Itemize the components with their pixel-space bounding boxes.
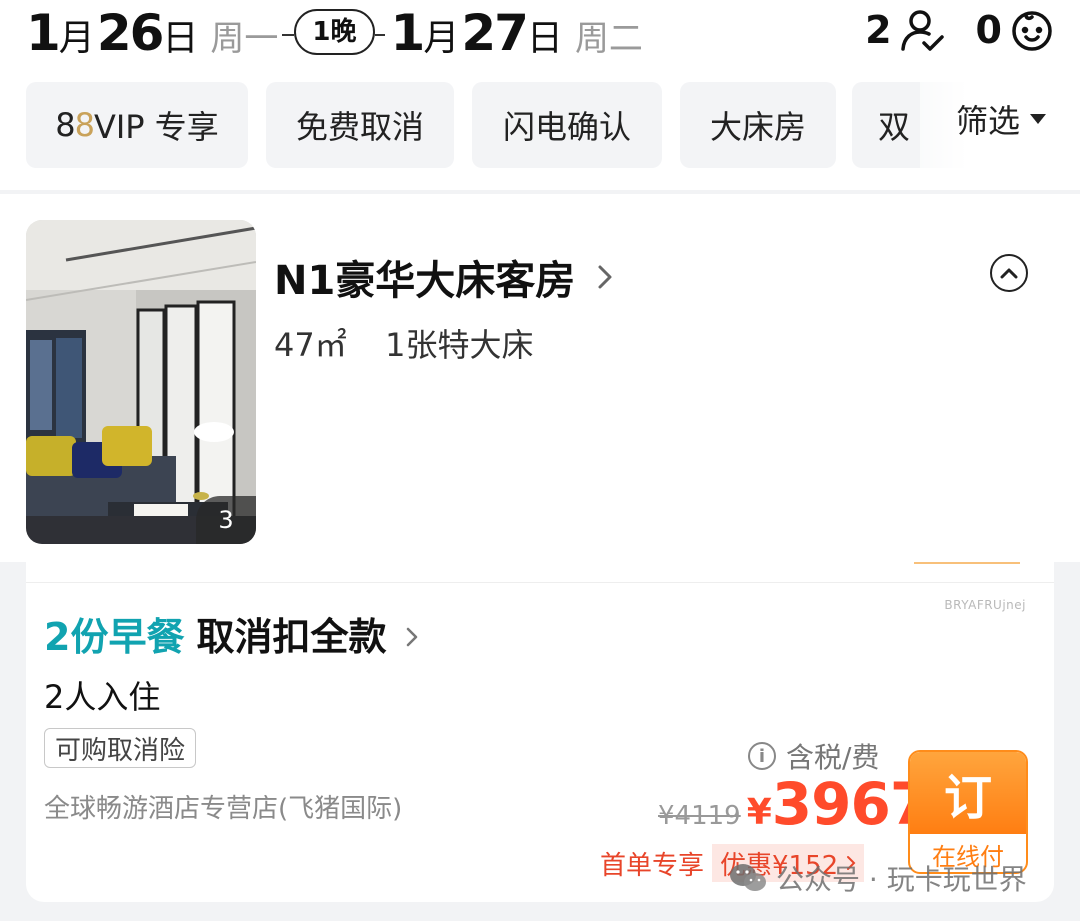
collapse-button[interactable] bbox=[990, 254, 1028, 292]
adult-count: 2 bbox=[865, 8, 892, 52]
insurance-tag: 可购取消险 bbox=[44, 728, 197, 768]
checkout-day-unit: 日 bbox=[526, 18, 563, 59]
divider bbox=[914, 562, 1020, 564]
room-area: 47㎡ bbox=[274, 326, 347, 364]
checkout-month: 1 bbox=[390, 4, 426, 62]
checkin-date: 26 bbox=[96, 4, 165, 62]
rate-plan-card[interactable]: BRYAFRUjnej 2份早餐 取消扣全款 2人入住 可购取消险 全球畅游酒店… bbox=[26, 562, 1054, 902]
seller-name: 全球畅游酒店专营店(飞猪国际) bbox=[44, 794, 403, 824]
rate-code: BRYAFRUjnej bbox=[944, 598, 1026, 612]
current-price: 3967 bbox=[771, 770, 930, 838]
room-title-link[interactable]: N1豪华大床客房 bbox=[274, 248, 613, 306]
room-meta: 47㎡ 1张特大床 bbox=[274, 320, 533, 366]
filter-chip-king-bed[interactable]: 大床房 bbox=[680, 82, 836, 168]
room-photo[interactable]: 3 bbox=[26, 220, 256, 544]
book-label: 订 bbox=[910, 752, 1026, 834]
date-header: 1 月 26 日 周一 1晚 1 月 27 日 周二 2 0 88 VIP 专享… bbox=[0, 0, 1080, 190]
nights-badge: 1晚 bbox=[294, 9, 375, 55]
divider bbox=[26, 582, 1054, 583]
room-bed: 1张特大床 bbox=[385, 326, 534, 364]
info-icon: i bbox=[748, 742, 776, 770]
original-price: ¥4119 bbox=[658, 801, 741, 831]
photo-count-badge: 3 bbox=[196, 496, 256, 544]
checkin-month-unit: 月 bbox=[58, 18, 95, 59]
baby-icon bbox=[1008, 7, 1056, 53]
chevron-right-icon bbox=[597, 254, 613, 300]
filter-chip-free-cancel[interactable]: 免费取消 bbox=[266, 82, 454, 168]
checkin-weekday: 周一 bbox=[210, 19, 279, 59]
checkin-day-unit: 日 bbox=[162, 18, 199, 59]
guest-selector[interactable]: 2 0 bbox=[865, 6, 1056, 54]
room-card: 3 N1豪华大床客房 47㎡ 1张特大床 bbox=[0, 194, 1080, 562]
currency-symbol: ¥ bbox=[746, 792, 772, 833]
checkout-weekday: 周二 bbox=[574, 19, 643, 59]
checkout-month-unit: 月 bbox=[423, 18, 460, 59]
filter-button[interactable]: 筛选 bbox=[956, 96, 1046, 142]
watermark: 公众号 · 玩卡玩世界 bbox=[728, 858, 1027, 898]
room-title: N1豪华大床客房 bbox=[274, 258, 576, 304]
divider bbox=[282, 34, 295, 36]
88vip-logo: 88 bbox=[55, 106, 95, 144]
occupancy: 2人入住 bbox=[44, 678, 161, 716]
chevron-up-icon bbox=[1000, 268, 1018, 279]
checkin-month: 1 bbox=[26, 4, 61, 62]
price: ¥4119 ¥ 3967 bbox=[658, 770, 930, 840]
divider bbox=[374, 34, 385, 36]
breakfast-label: 2份早餐 bbox=[44, 615, 185, 659]
book-button[interactable]: 订 在线付 bbox=[908, 750, 1028, 874]
person-icon bbox=[898, 7, 946, 53]
checkout-date: 27 bbox=[461, 4, 529, 62]
first-order-label: 首单专享 bbox=[600, 850, 705, 881]
filter-label: 筛选 bbox=[955, 102, 1020, 140]
filter-chip-instant-confirm[interactable]: 闪电确认 bbox=[472, 82, 662, 168]
cancel-policy: 取消扣全款 bbox=[196, 615, 387, 659]
caret-down-icon bbox=[1030, 114, 1046, 124]
wechat-icon bbox=[730, 864, 766, 891]
date-range[interactable]: 1 月 26 日 周一 1晚 1 月 27 日 周二 bbox=[26, 0, 643, 66]
child-count: 0 bbox=[975, 8, 1002, 52]
rate-title-link[interactable]: 2份早餐 取消扣全款 bbox=[44, 606, 418, 661]
filter-chips: 88 VIP 专享 免费取消 闪电确认 大床房 双 bbox=[26, 82, 1080, 168]
chevron-right-icon bbox=[406, 612, 418, 656]
filter-chip-88vip[interactable]: 88 VIP 专享 bbox=[26, 82, 248, 168]
